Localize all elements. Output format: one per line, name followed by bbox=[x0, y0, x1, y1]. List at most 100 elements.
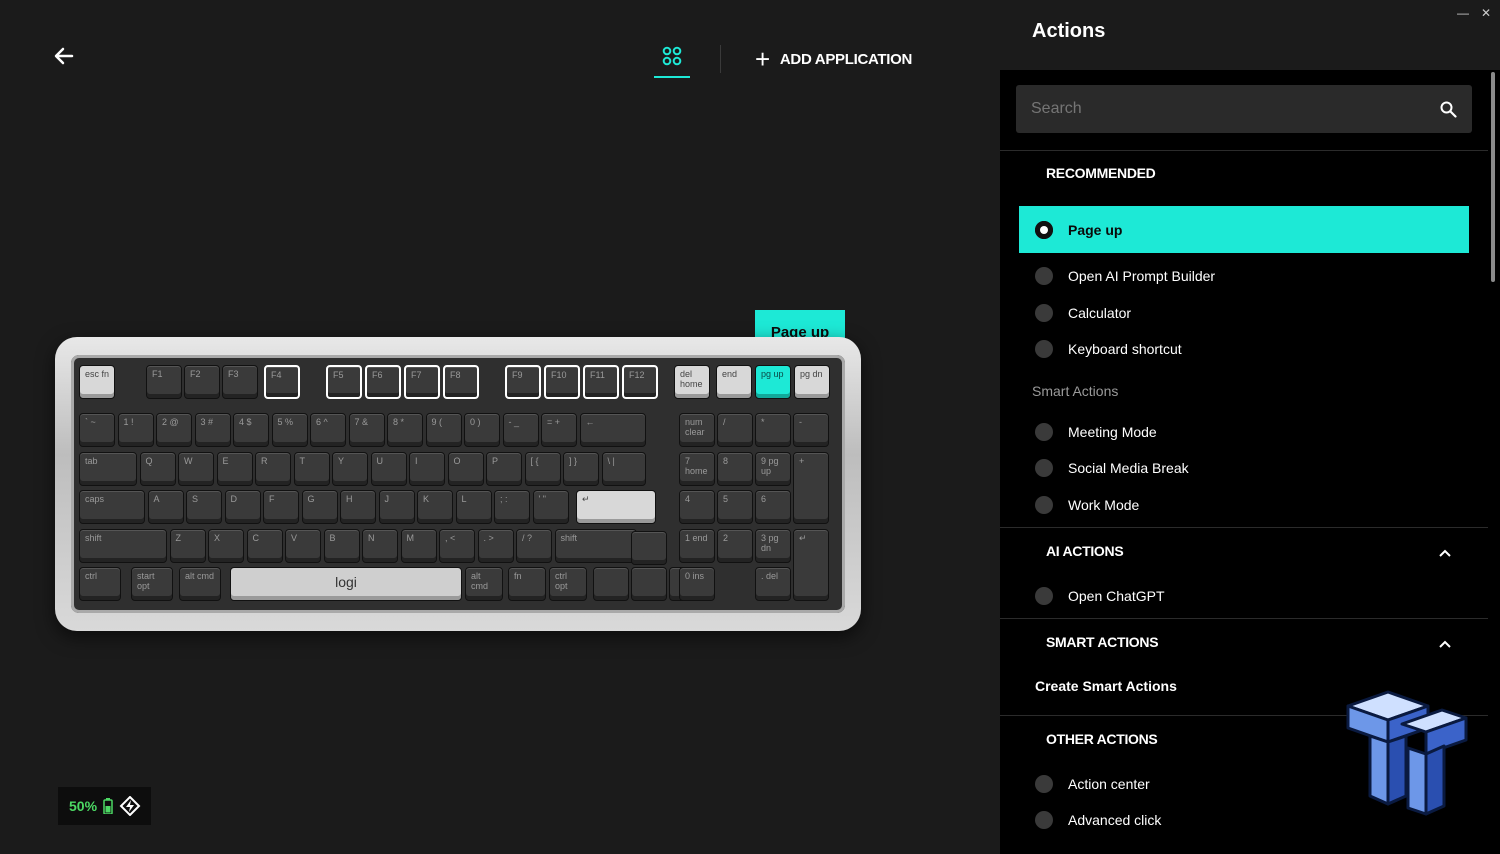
key-m[interactable]: M bbox=[400, 528, 437, 563]
key-g[interactable]: G bbox=[301, 490, 338, 524]
key-9[interactable]: 9 ( bbox=[425, 413, 462, 447]
other-actions-heading[interactable]: OTHER ACTIONS bbox=[1046, 731, 1158, 747]
key-s[interactable]: S bbox=[186, 490, 222, 524]
action-item-keyboard-shortcut[interactable]: Keyboard shortcut bbox=[1019, 333, 1469, 365]
search-input[interactable] bbox=[1031, 100, 1439, 118]
key-tab[interactable]: tab bbox=[79, 451, 137, 486]
key-k[interactable]: K bbox=[417, 490, 453, 524]
key-6[interactable]: 6 ^ bbox=[310, 413, 346, 447]
key-6[interactable]: 6 bbox=[755, 490, 791, 524]
key-f2[interactable]: F2 bbox=[184, 365, 220, 399]
key-[interactable]: ` ~ bbox=[79, 413, 115, 447]
key-[interactable]: * bbox=[755, 413, 791, 447]
action-item-open-chatgpt[interactable]: Open ChatGPT bbox=[1019, 580, 1469, 612]
key-p[interactable]: P bbox=[486, 451, 522, 486]
key-b[interactable]: B bbox=[323, 528, 360, 563]
key-d[interactable]: D bbox=[224, 490, 261, 524]
key-r[interactable]: R bbox=[255, 451, 291, 486]
action-item-page-up[interactable]: Page up bbox=[1019, 206, 1469, 253]
smart-actions-heading[interactable]: SMART ACTIONS bbox=[1046, 634, 1159, 650]
key-v[interactable]: V bbox=[285, 528, 321, 563]
create-smart-actions-link[interactable]: Create Smart Actions bbox=[1035, 678, 1177, 694]
scrollbar[interactable] bbox=[1491, 72, 1495, 282]
key-f4[interactable]: F4 bbox=[264, 365, 300, 399]
key-ctrl-opt[interactable]: ctrl opt bbox=[549, 567, 587, 601]
key-f12[interactable]: F12 bbox=[622, 365, 658, 399]
action-item-ai-prompt-builder[interactable]: Open AI Prompt Builder bbox=[1019, 260, 1469, 292]
action-item-meeting-mode[interactable]: Meeting Mode bbox=[1019, 416, 1469, 448]
key-f9[interactable]: F9 bbox=[505, 365, 541, 399]
arrow-left-key[interactable] bbox=[593, 567, 629, 601]
key-7-home[interactable]: 7 home bbox=[679, 451, 715, 486]
key-alt-cmd[interactable]: alt cmd bbox=[465, 567, 503, 601]
key-numpad-enter[interactable]: ↵ bbox=[793, 528, 829, 601]
ai-actions-heading[interactable]: AI ACTIONS bbox=[1046, 543, 1124, 559]
key-[interactable]: + bbox=[793, 451, 829, 524]
key-f[interactable]: F bbox=[263, 490, 299, 524]
key-z[interactable]: Z bbox=[169, 528, 206, 563]
key-1-end[interactable]: 1 end bbox=[679, 528, 715, 563]
action-item-work-mode[interactable]: Work Mode bbox=[1019, 489, 1469, 521]
key-e[interactable]: E bbox=[216, 451, 253, 486]
key-a[interactable]: A bbox=[147, 490, 184, 524]
key-f11[interactable]: F11 bbox=[583, 365, 619, 399]
key-j[interactable]: J bbox=[378, 490, 415, 524]
key-t[interactable]: T bbox=[293, 451, 330, 486]
key-f6[interactable]: F6 bbox=[365, 365, 401, 399]
key-f3[interactable]: F3 bbox=[222, 365, 258, 399]
key-9-pg-up[interactable]: 9 pg up bbox=[755, 451, 791, 486]
key-5[interactable]: 5 bbox=[717, 490, 753, 524]
key-[interactable]: ; : bbox=[494, 490, 530, 524]
key-x[interactable]: X bbox=[208, 528, 244, 563]
action-item-social-media-break[interactable]: Social Media Break bbox=[1019, 452, 1469, 484]
key-f1[interactable]: F1 bbox=[146, 365, 182, 399]
key-[interactable]: ' " bbox=[532, 490, 569, 524]
key-4[interactable]: 4 bbox=[679, 490, 715, 524]
key-l[interactable]: L bbox=[455, 490, 492, 524]
key-w[interactable]: W bbox=[178, 451, 214, 486]
key-h[interactable]: H bbox=[340, 490, 376, 524]
key-[interactable]: \ | bbox=[601, 451, 646, 486]
key-shift[interactable]: shift bbox=[554, 528, 637, 563]
key-0[interactable]: 0 ) bbox=[464, 413, 500, 447]
key-o[interactable]: O bbox=[447, 451, 484, 486]
key-[interactable]: ] } bbox=[563, 451, 599, 486]
key-8[interactable]: 8 bbox=[717, 451, 753, 486]
search-icon[interactable] bbox=[1439, 100, 1457, 118]
key-[interactable]: [ { bbox=[524, 451, 561, 486]
add-application-button[interactable]: + ADD APPLICATION bbox=[755, 46, 912, 72]
key-c[interactable]: C bbox=[246, 528, 283, 563]
key-f8[interactable]: F8 bbox=[443, 365, 479, 399]
key-y[interactable]: Y bbox=[332, 451, 368, 486]
key-caps[interactable]: caps bbox=[79, 490, 145, 524]
key-u[interactable]: U bbox=[370, 451, 407, 486]
key-n[interactable]: N bbox=[362, 528, 398, 563]
search-box[interactable] bbox=[1016, 85, 1472, 133]
key-f10[interactable]: F10 bbox=[544, 365, 580, 399]
key-f5[interactable]: F5 bbox=[326, 365, 362, 399]
key-7[interactable]: 7 & bbox=[348, 413, 385, 447]
key-2[interactable]: 2 @ bbox=[156, 413, 192, 447]
back-arrow-icon[interactable] bbox=[50, 42, 78, 70]
key-enter[interactable]: ↵ bbox=[576, 490, 656, 524]
key-[interactable]: . > bbox=[477, 528, 514, 563]
key-del-home[interactable]: del home bbox=[674, 365, 710, 399]
key-del[interactable]: . del bbox=[755, 567, 791, 601]
key-alt-cmd[interactable]: alt cmd bbox=[179, 567, 221, 601]
key-shift[interactable]: shift bbox=[79, 528, 167, 563]
key-5[interactable]: 5 % bbox=[271, 413, 308, 447]
action-item-calculator[interactable]: Calculator bbox=[1019, 297, 1469, 329]
key-[interactable]: ← bbox=[579, 413, 646, 447]
key-[interactable]: - bbox=[793, 413, 829, 447]
key-0-ins[interactable]: 0 ins bbox=[679, 567, 715, 601]
minimize-icon[interactable]: — bbox=[1457, 6, 1469, 20]
all-applications-tab[interactable] bbox=[654, 40, 690, 78]
key-3[interactable]: 3 # bbox=[194, 413, 231, 447]
key-2[interactable]: 2 bbox=[717, 528, 753, 563]
key-pg-up[interactable]: pg up bbox=[755, 365, 791, 399]
key-[interactable]: , < bbox=[439, 528, 475, 563]
close-icon[interactable]: ✕ bbox=[1481, 6, 1491, 20]
key-f7[interactable]: F7 bbox=[404, 365, 440, 399]
key-8[interactable]: 8 * bbox=[387, 413, 423, 447]
key-start-opt[interactable]: start opt bbox=[131, 567, 173, 601]
